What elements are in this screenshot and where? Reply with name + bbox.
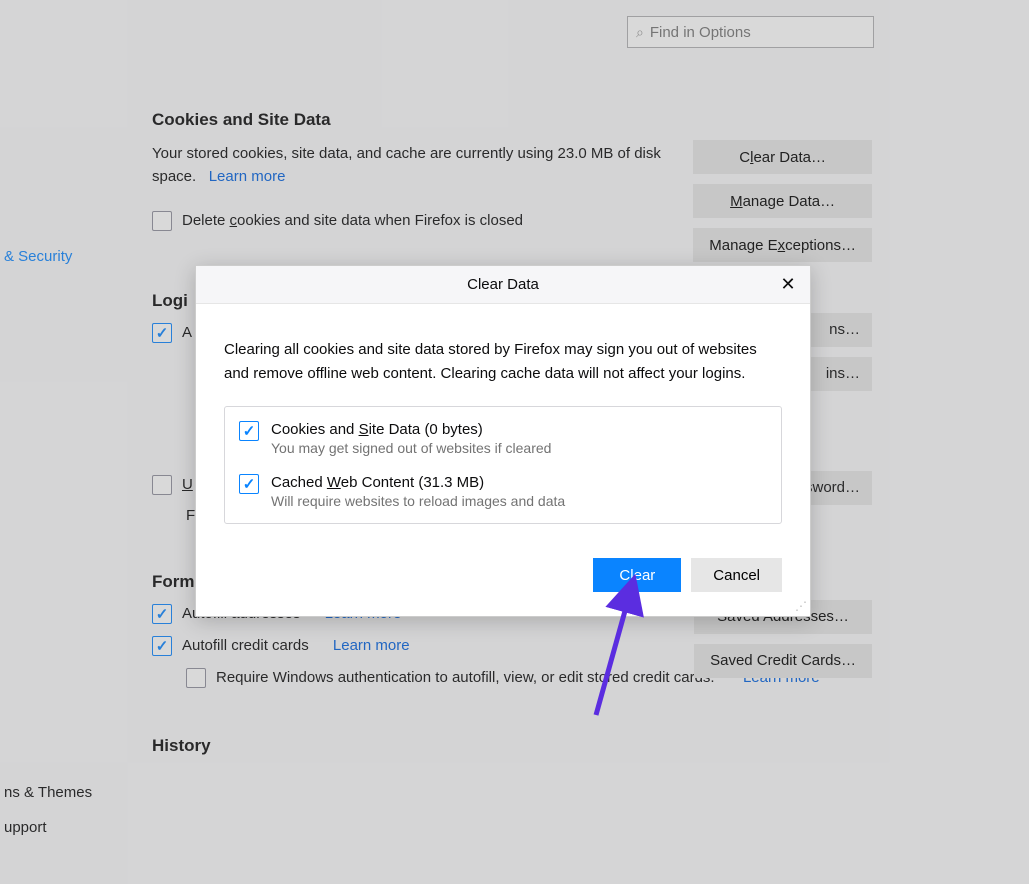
cookies-site-data-label: Cookies and Site Data (0 bytes) — [271, 421, 551, 438]
cached-web-content-label: Cached Web Content (31.3 MB) — [271, 474, 565, 491]
dialog-title: Clear Data — [467, 276, 539, 293]
cached-web-content-sub: Will require websites to reload images a… — [271, 493, 565, 509]
cancel-button[interactable]: Cancel — [691, 558, 782, 592]
dialog-options: Cookies and Site Data (0 bytes) You may … — [224, 406, 782, 524]
clear-button[interactable]: Clear — [593, 558, 681, 592]
cached-web-content-checkbox[interactable] — [239, 474, 259, 494]
resize-grip-icon[interactable]: ⋰ — [795, 599, 807, 613]
clear-data-dialog: Clear Data ✕ Clearing all cookies and si… — [195, 265, 811, 617]
dialog-intro: Clearing all cookies and site data store… — [224, 338, 782, 386]
close-icon[interactable]: ✕ — [774, 270, 802, 298]
cookies-site-data-sub: You may get signed out of websites if cl… — [271, 440, 551, 456]
cookies-site-data-checkbox[interactable] — [239, 421, 259, 441]
